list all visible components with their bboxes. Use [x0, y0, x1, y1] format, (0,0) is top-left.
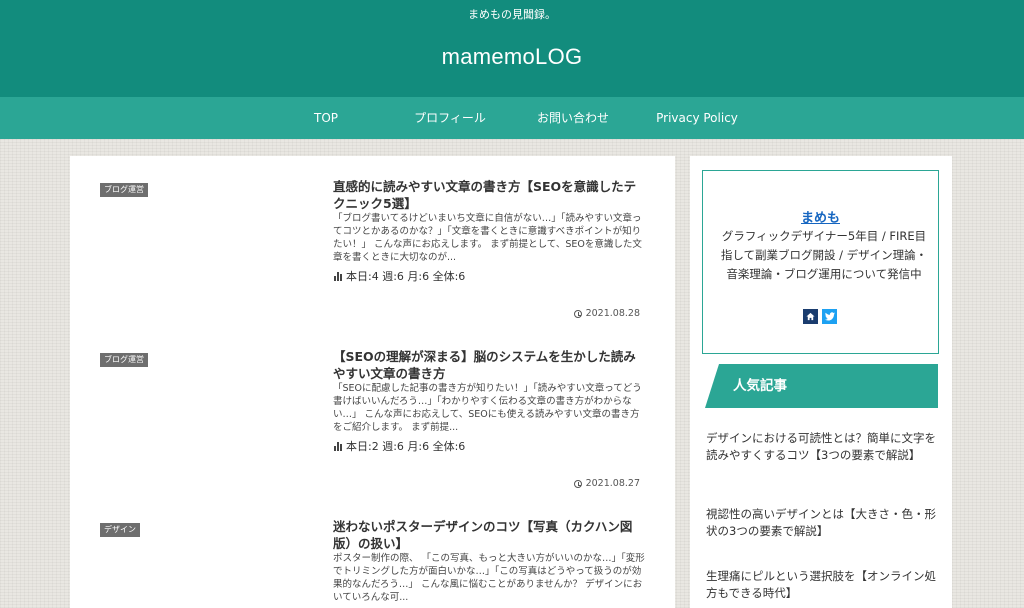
category-badge[interactable]: デザイン [100, 523, 140, 537]
nav-item-privacy-policy[interactable]: Privacy Policy [650, 97, 744, 139]
profile-name-link[interactable]: まめも [703, 207, 938, 226]
article-title[interactable]: 直感的に読みやすい文章の書き方【SEOを意識したテクニック5選】 [333, 178, 645, 212]
nav-item-contact[interactable]: お問い合わせ [527, 97, 619, 139]
article-date: 2021.08.27 [573, 478, 640, 489]
article-excerpt: 「ブログ書いてるけどいまいち文章に自信がない…」「読みやすい文章ってコツとかある… [333, 213, 642, 263]
article-view-stats: 本日:4 週:6 月:6 全体:6 [333, 268, 465, 284]
twitter-icon[interactable] [822, 309, 837, 324]
home-icon[interactable] [803, 309, 818, 324]
clock-icon [573, 309, 582, 318]
article-date-text: 2021.08.27 [585, 478, 640, 489]
popular-posts-heading: 人気記事 [705, 364, 938, 408]
article-view-stats: 本日:2 週:6 月:6 全体:6 [333, 438, 465, 454]
profile-widget: まめも グラフィックデザイナー5年目 / FIRE目指して副業ブログ開設 / デ… [702, 170, 939, 354]
article-excerpt: ポスター制作の際、 「この写真、もっと大きい方がいいのかな…」「変形でトリミング… [333, 553, 645, 603]
article-card[interactable]: ブログ運営 直感的に読みやすい文章の書き方【SEOを意識したテクニック5選】 「… [70, 156, 675, 326]
sidebar: まめも グラフィックデザイナー5年目 / FIRE目指して副業ブログ開設 / デ… [690, 156, 952, 608]
category-badge[interactable]: ブログ運営 [100, 183, 148, 197]
clock-icon [573, 479, 582, 488]
article-title[interactable]: 迷わないポスターデザインのコツ【写真（カクハン図版）の扱い】 [333, 518, 645, 552]
article-card[interactable]: デザイン 迷わないポスターデザインのコツ【写真（カクハン図版）の扱い】 ポスター… [70, 496, 675, 608]
article-card[interactable]: ブログ運営 【SEOの理解が深まる】脳のシステムを生かした読みやすい文章の書き方… [70, 326, 675, 496]
article-title[interactable]: 【SEOの理解が深まる】脳のシステムを生かした読みやすい文章の書き方 [333, 348, 645, 382]
category-badge[interactable]: ブログ運営 [100, 353, 148, 367]
popular-post-link[interactable]: 視認性の高いデザインとは【大きさ・色・形状の3つの要素で解説】 [706, 506, 942, 539]
popular-post-link[interactable]: 生理痛にピルという選択肢を【オンライン処方もできる時代】 [706, 568, 942, 601]
article-list: ブログ運営 直感的に読みやすい文章の書き方【SEOを意識したテクニック5選】 「… [70, 156, 675, 608]
site-title[interactable]: mamemoLOG [0, 44, 1024, 70]
nav-item-profile[interactable]: プロフィール [405, 97, 495, 139]
article-excerpt: 「SEOに配慮した記事の書き方が知りたい！」「読みやすい文章ってどう書けばいいん… [333, 383, 642, 433]
bar-chart-icon [333, 271, 344, 281]
article-date: 2021.08.28 [573, 308, 640, 319]
social-links [803, 309, 837, 324]
bar-chart-icon [333, 441, 344, 451]
global-nav: TOP プロフィール お問い合わせ Privacy Policy [0, 97, 1024, 139]
view-stats-text: 本日:2 週:6 月:6 全体:6 [346, 440, 466, 453]
article-date-text: 2021.08.28 [585, 308, 640, 319]
site-header: まめもの見聞録。 mamemoLOG [0, 0, 1024, 97]
view-stats-text: 本日:4 週:6 月:6 全体:6 [346, 270, 466, 283]
nav-item-top[interactable]: TOP [296, 97, 356, 139]
profile-description: グラフィックデザイナー5年目 / FIRE目指して副業ブログ開設 / デザイン理… [720, 229, 928, 281]
popular-post-link[interactable]: デザインにおける可読性とは？簡単に文字を読みやすくするコツ【3つの要素で解説】 [706, 430, 942, 463]
site-tagline: まめもの見聞録。 [468, 8, 556, 21]
